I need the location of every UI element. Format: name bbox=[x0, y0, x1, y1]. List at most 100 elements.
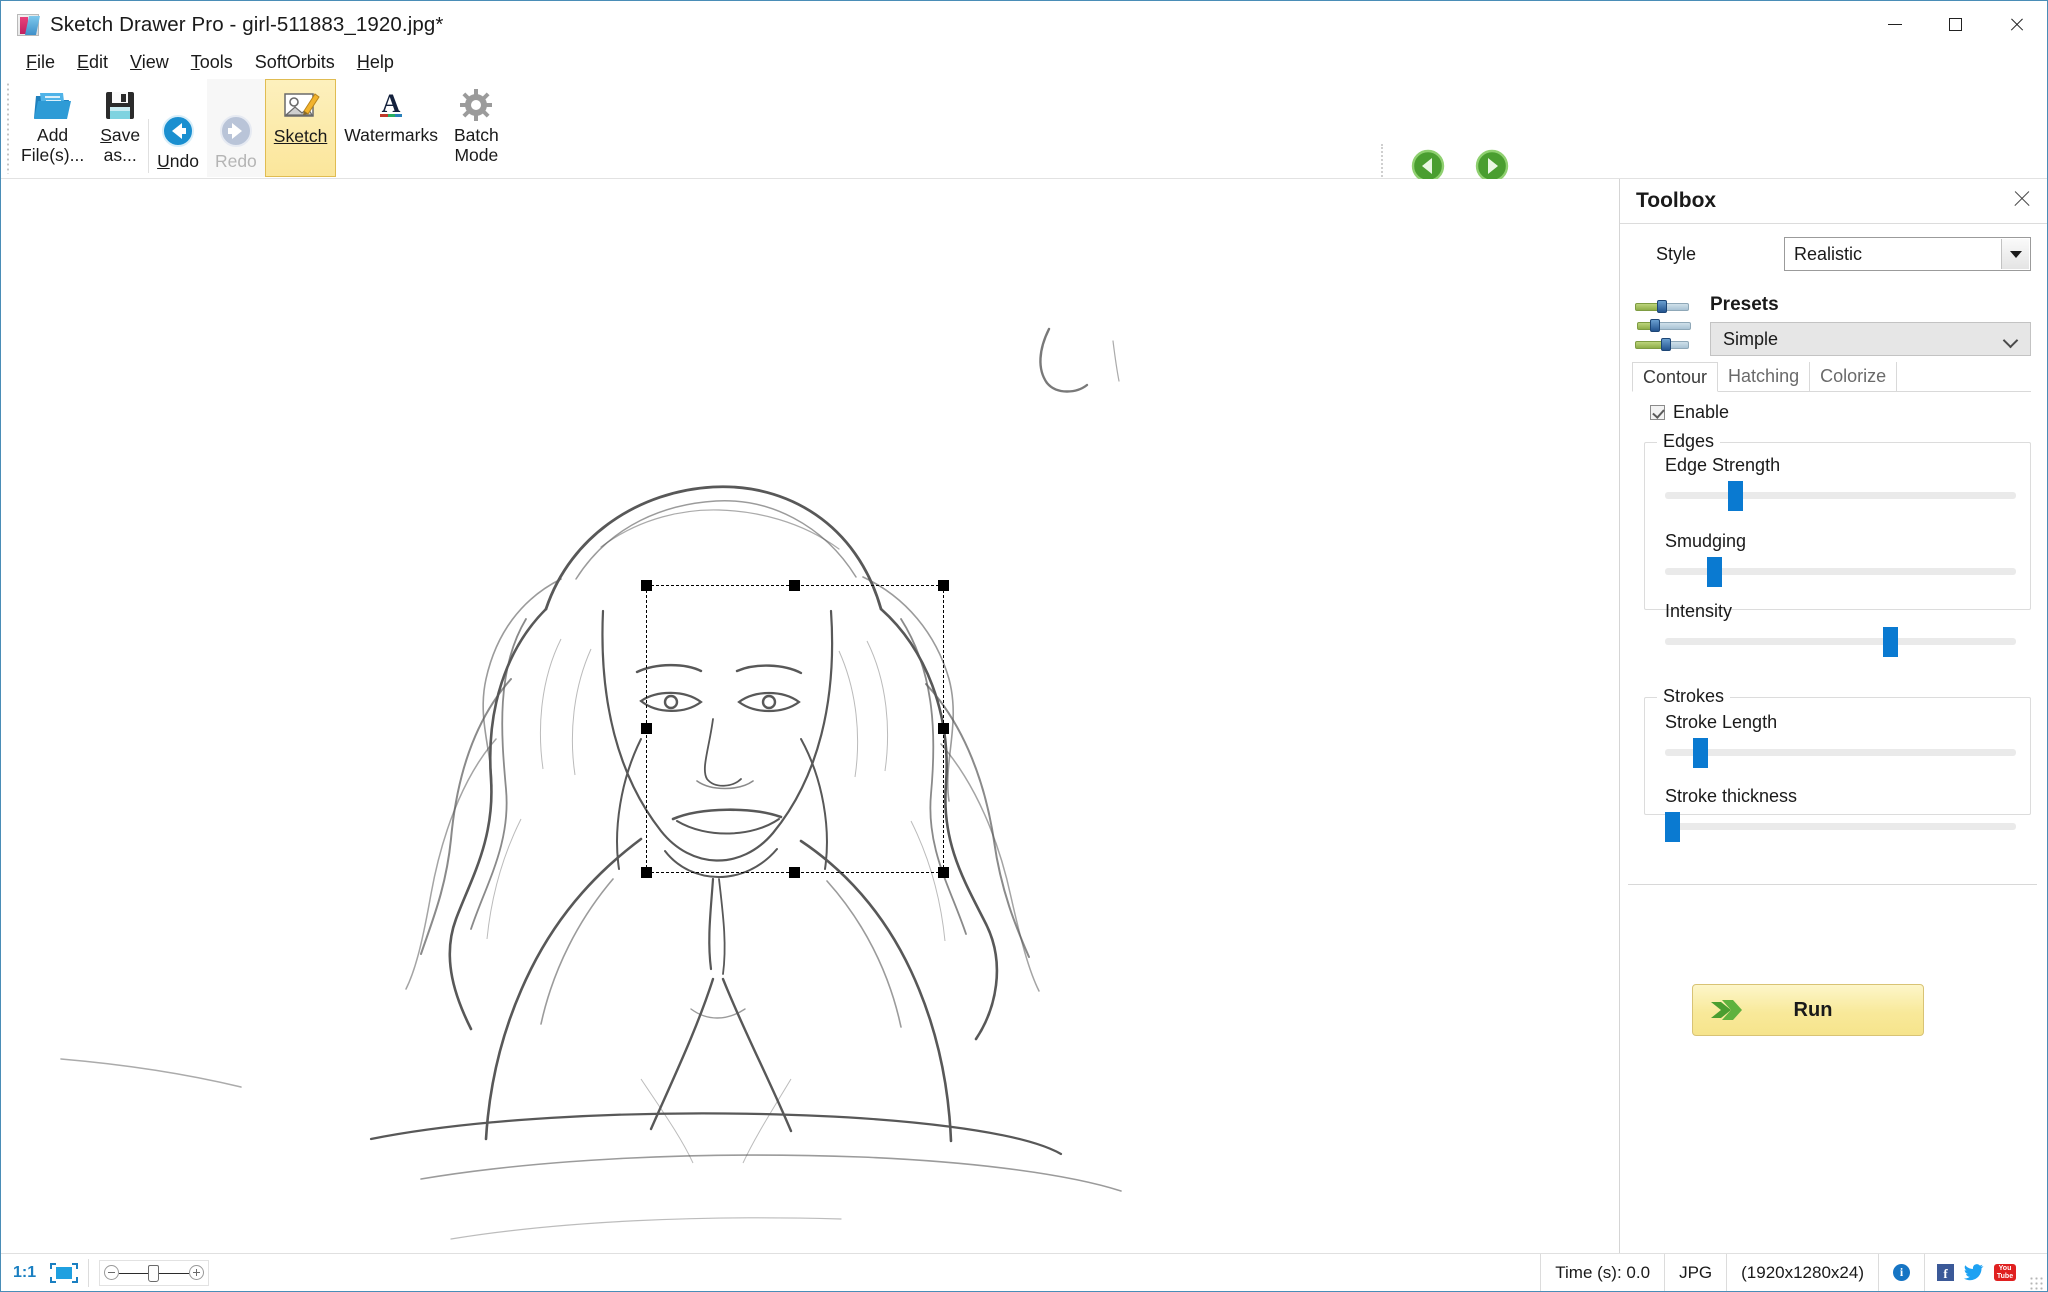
zoom-ratio-button[interactable]: 1:1 bbox=[9, 1264, 40, 1282]
menu-label-edit-rest: dit bbox=[89, 52, 109, 72]
minimize-icon bbox=[1887, 24, 1902, 25]
tab-hatching[interactable]: Hatching bbox=[1718, 362, 1811, 391]
menu-item-tools[interactable]: Tools bbox=[180, 49, 244, 75]
batch-mode-label-1: Batch bbox=[453, 125, 499, 145]
selection-handle-nw[interactable] bbox=[641, 580, 652, 591]
smudging-slider[interactable] bbox=[1665, 557, 2016, 587]
toolbox-title: Toolbox bbox=[1636, 189, 1717, 212]
add-files-button[interactable]: Add File(s)... bbox=[13, 79, 92, 177]
stroke-thickness-thumb[interactable] bbox=[1665, 812, 1681, 842]
undo-label-accel: U bbox=[157, 151, 170, 171]
menu-label-help-rest: elp bbox=[369, 52, 394, 72]
stroke-thickness-slider[interactable] bbox=[1665, 812, 2016, 842]
edge-strength-slider-block: Edge Strength bbox=[1665, 455, 2016, 511]
stroke-length-label: Stroke Length bbox=[1665, 712, 1778, 732]
youtube-link[interactable]: You Tube bbox=[1994, 1264, 2016, 1281]
toolbox-body: Style Realistic Presets Simple Contour H… bbox=[1620, 232, 2047, 1036]
selection-handle-s[interactable] bbox=[789, 867, 800, 878]
selection-handle-n[interactable] bbox=[789, 580, 800, 591]
sketch-pencil-icon bbox=[282, 86, 320, 126]
undo-button[interactable]: Undo bbox=[149, 79, 207, 177]
resize-grip[interactable] bbox=[2028, 1275, 2044, 1291]
menu-item-file[interactable]: File bbox=[15, 49, 66, 75]
maximize-button[interactable] bbox=[1925, 1, 1986, 48]
ribbon-toolbar: Add File(s)... Save as... Undo Redo Sket… bbox=[1, 76, 2047, 249]
presets-label: Presets bbox=[1710, 294, 1779, 315]
save-as-label-2: as... bbox=[103, 145, 137, 165]
zoom-slider-handle[interactable] bbox=[148, 1264, 160, 1282]
fit-to-screen-icon[interactable] bbox=[50, 1262, 79, 1283]
enable-label: Enable bbox=[1673, 402, 1730, 422]
enable-checkbox-row[interactable]: Enable bbox=[1650, 402, 1729, 423]
sketch-button[interactable]: Sketch bbox=[264, 79, 337, 177]
edge-strength-slider[interactable] bbox=[1665, 481, 2016, 511]
style-dropdown-arrow[interactable] bbox=[2001, 239, 2029, 269]
style-value: Realistic bbox=[1794, 243, 1863, 264]
status-divider bbox=[88, 1258, 90, 1287]
stroke-length-slider[interactable] bbox=[1665, 738, 2016, 768]
selection-handle-ne[interactable] bbox=[938, 580, 949, 591]
menu-item-softorbits[interactable]: SoftOrbits bbox=[244, 49, 346, 75]
watermarks-button[interactable]: A Watermarks bbox=[336, 79, 446, 177]
add-files-label-1: Add bbox=[37, 125, 69, 145]
twitter-link[interactable] bbox=[1964, 1264, 1984, 1281]
smudging-thumb[interactable] bbox=[1707, 557, 1723, 587]
intensity-thumb[interactable] bbox=[1882, 627, 1898, 657]
sketch-label: Sketch bbox=[273, 126, 328, 146]
status-dimensions: (1920x1280x24) bbox=[1726, 1253, 1878, 1291]
redo-button[interactable]: Redo bbox=[206, 79, 265, 177]
window-title: Sketch Drawer Pro - girl-511883_1920.jpg… bbox=[50, 12, 444, 36]
selection-handle-w[interactable] bbox=[641, 723, 652, 734]
selection-handle-sw[interactable] bbox=[641, 867, 652, 878]
menu-item-help[interactable]: Help bbox=[346, 49, 405, 75]
stroke-length-thumb[interactable] bbox=[1693, 738, 1709, 768]
enable-checkbox[interactable] bbox=[1650, 405, 1665, 420]
edges-group-title: Edges bbox=[1657, 431, 1721, 452]
title-bar: Sketch Drawer Pro - girl-511883_1920.jpg… bbox=[1, 1, 2047, 48]
menu-item-view[interactable]: View bbox=[119, 49, 180, 75]
facebook-link[interactable]: f bbox=[1937, 1264, 1954, 1281]
minimize-button[interactable] bbox=[1864, 1, 1925, 48]
youtube-line-2: Tube bbox=[1996, 1272, 2014, 1280]
sketch-app-icon bbox=[17, 13, 39, 36]
youtube-line-1: You bbox=[1998, 1264, 2012, 1272]
tab-colorize[interactable]: Colorize bbox=[1810, 362, 1898, 391]
status-time: Time (s): 0.0 bbox=[1540, 1253, 1664, 1291]
strokes-group: Strokes Stroke Length Stroke thickness bbox=[1644, 686, 2031, 842]
intensity-label: Intensity bbox=[1665, 601, 1733, 621]
batch-mode-label-2: Mode bbox=[454, 145, 499, 165]
stroke-thickness-slider-block: Stroke thickness bbox=[1665, 786, 2016, 842]
selection-handle-se[interactable] bbox=[938, 867, 949, 878]
selection-handle-e[interactable] bbox=[938, 723, 949, 734]
edge-strength-thumb[interactable] bbox=[1728, 481, 1744, 511]
zoom-out-icon[interactable] bbox=[104, 1265, 120, 1280]
intensity-slider[interactable] bbox=[1665, 627, 2016, 657]
save-as-label-1: S bbox=[100, 125, 112, 145]
image-canvas[interactable] bbox=[1, 179, 1619, 1255]
green-arrow-icon bbox=[1709, 997, 1743, 1023]
run-label: Run bbox=[1793, 998, 1833, 1021]
selection-rectangle[interactable] bbox=[641, 580, 949, 878]
save-as-button[interactable]: Save as... bbox=[92, 79, 148, 177]
undo-label: ndo bbox=[169, 151, 199, 171]
floppy-disk-icon bbox=[103, 85, 137, 125]
window-controls bbox=[1864, 1, 2047, 48]
status-format: JPG bbox=[1664, 1253, 1726, 1291]
presets-select[interactable]: Simple bbox=[1710, 322, 2031, 356]
toolbox-header: Toolbox bbox=[1620, 179, 2047, 224]
zoom-slider[interactable] bbox=[99, 1259, 210, 1286]
tab-contour[interactable]: Contour bbox=[1632, 362, 1719, 392]
presets-value: Simple bbox=[1723, 328, 1779, 349]
info-icon: i bbox=[1893, 1264, 1910, 1281]
batch-mode-button[interactable]: Batch Mode bbox=[446, 79, 507, 177]
run-button[interactable]: Run bbox=[1692, 984, 1924, 1036]
style-select[interactable]: Realistic bbox=[1784, 237, 2031, 271]
close-button[interactable] bbox=[1986, 1, 2047, 48]
menu-label-tools-rest: ools bbox=[199, 52, 233, 72]
menu-item-edit[interactable]: Edit bbox=[66, 49, 119, 75]
toolbox-close-button[interactable] bbox=[2010, 187, 2034, 211]
info-button[interactable]: i bbox=[1878, 1253, 1924, 1291]
edge-strength-label: Edge Strength bbox=[1665, 455, 1781, 475]
add-files-label-2: File(s)... bbox=[21, 145, 85, 165]
zoom-in-icon[interactable] bbox=[189, 1265, 205, 1280]
